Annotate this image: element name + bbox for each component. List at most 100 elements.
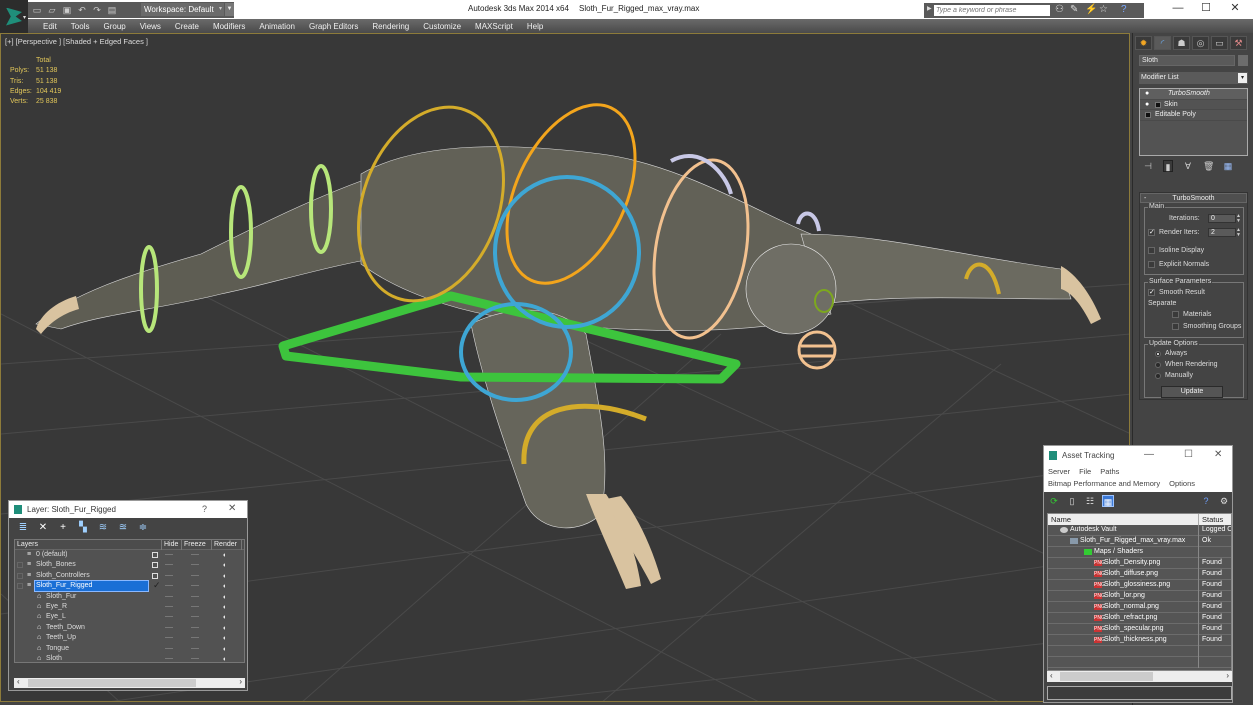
maximize-button[interactable]: ☐ <box>1184 449 1193 460</box>
help-button[interactable]: ? <box>202 504 207 514</box>
layer-row[interactable]: ⌂ Sloth_Fur ◖ <box>15 592 244 602</box>
column-color[interactable]: C <box>241 540 244 550</box>
spinner-arrows-icon[interactable]: ▲ ▼ <box>1236 228 1241 238</box>
add-to-layer-icon[interactable]: + <box>57 522 69 534</box>
freeze-toggle[interactable] <box>191 574 199 576</box>
hide-toggle[interactable] <box>165 585 173 587</box>
freeze-toggle[interactable] <box>191 647 199 649</box>
viewport-label[interactable]: [+] [Perspective ] [Shaded + Edged Faces… <box>5 37 148 46</box>
horizontal-scrollbar[interactable]: ‹ › <box>1047 671 1232 682</box>
menu-server[interactable]: Server <box>1048 467 1070 476</box>
current-layer-checkbox[interactable] <box>152 552 158 558</box>
freeze-toggle[interactable] <box>191 585 199 587</box>
search-input[interactable] <box>934 5 1050 16</box>
hide-toggle[interactable] <box>165 616 173 618</box>
when-rendering-radio[interactable] <box>1155 362 1161 368</box>
expand-icon[interactable]: ▶ <box>927 5 932 12</box>
layer-row[interactable]: ≡ Sloth_Bones ◖ <box>15 560 244 570</box>
menu-modifiers[interactable]: Modifiers <box>206 22 252 31</box>
menu-tools[interactable]: Tools <box>64 22 97 31</box>
layer-row[interactable]: ⌂ Eye_L ◖ <box>15 612 244 622</box>
layer-row[interactable]: ≡ Sloth_Controllers ◖ <box>15 571 244 581</box>
render-iters-checkbox[interactable]: ✓ <box>1148 229 1155 236</box>
smooth-result-checkbox[interactable]: ✓ <box>1148 289 1155 296</box>
asset-row[interactable]: PNG Sloth_refract.png Found <box>1048 613 1231 624</box>
menu-edit[interactable]: Edit <box>36 22 64 31</box>
asset-row[interactable]: PNG Sloth_Density.png Found <box>1048 558 1231 569</box>
freeze-toggle[interactable] <box>191 657 199 659</box>
favorites-star-icon[interactable]: ☆ <box>1099 4 1108 15</box>
horizontal-scrollbar[interactable]: ‹ › <box>14 677 245 688</box>
object-name-field[interactable] <box>1139 55 1235 66</box>
asset-row[interactable]: Maps / Shaders <box>1048 547 1231 558</box>
minimize-button[interactable]: — <box>1144 449 1154 460</box>
scroll-left-icon[interactable]: ‹ <box>17 677 20 686</box>
lightbulb-icon[interactable]: ● <box>1145 89 1149 99</box>
layer-row[interactable]: ⌂ Sloth ◖ <box>15 654 244 662</box>
app-menu-button[interactable]: ▾ <box>0 0 28 33</box>
isoline-display-checkbox[interactable] <box>1148 247 1155 254</box>
redo-icon[interactable]: ↷ <box>92 5 102 15</box>
menu-rendering[interactable]: Rendering <box>365 22 416 31</box>
column-hide[interactable]: Hide <box>161 540 178 550</box>
stack-item-skin[interactable]: ● Skin <box>1140 100 1247 110</box>
hide-toggle[interactable] <box>165 595 173 597</box>
pin-stack-icon[interactable]: ⊣ <box>1143 160 1153 172</box>
column-render[interactable]: Render <box>211 540 237 550</box>
open-file-icon[interactable]: ▱ <box>47 5 57 15</box>
grid-view-icon[interactable]: ▦ <box>1102 495 1114 507</box>
asset-row[interactable]: PNG Sloth_specular.png Found <box>1048 624 1231 635</box>
table-view-icon[interactable]: ☷ <box>1084 495 1096 507</box>
render-iters-spinner[interactable]: 2 ▲ ▼ <box>1208 228 1241 238</box>
menu-file[interactable]: File <box>1079 467 1091 476</box>
asset-row[interactable]: PNG Sloth_lor.png Found <box>1048 591 1231 602</box>
freeze-toggle[interactable] <box>191 554 199 555</box>
create-layer-icon[interactable]: ≣ <box>17 522 29 534</box>
select-objects-icon[interactable]: ▚ <box>77 522 89 534</box>
menu-options[interactable]: Options <box>1169 479 1195 488</box>
manually-radio[interactable] <box>1155 373 1161 379</box>
hide-toggle[interactable] <box>165 657 173 659</box>
close-button[interactable]: ✕ <box>228 503 236 514</box>
current-layer-checkbox[interactable] <box>152 572 158 579</box>
freeze-toggle[interactable] <box>191 637 199 639</box>
wrench-icon[interactable]: ✎ <box>1070 4 1078 15</box>
menu-create[interactable]: Create <box>168 22 206 31</box>
asset-path-field[interactable] <box>1047 686 1232 700</box>
highlight-layer-icon[interactable]: ≋ <box>97 522 109 534</box>
file-icon[interactable]: ▯ <box>1066 495 1078 507</box>
create-tab[interactable]: ✹ <box>1135 36 1152 50</box>
workspace-dropdown[interactable]: Workspace: Default ▾ <box>141 3 224 16</box>
undo-icon[interactable]: ↶ <box>77 5 87 15</box>
column-status[interactable]: Status <box>1198 514 1223 525</box>
scrollbar-thumb[interactable] <box>1060 672 1153 681</box>
freeze-layers-icon[interactable]: ≑ <box>137 522 149 534</box>
expand-toggle-icon[interactable] <box>17 562 23 569</box>
menu-help[interactable]: Help <box>520 22 550 31</box>
scroll-right-icon[interactable]: › <box>1226 671 1229 680</box>
current-layer-checkbox[interactable] <box>152 562 158 569</box>
hide-toggle[interactable] <box>165 564 173 566</box>
asset-row[interactable]: PNG Sloth_diffuse.png Found <box>1048 569 1231 580</box>
hide-toggle[interactable] <box>165 574 173 576</box>
asset-row[interactable]: PNG Sloth_glossiness.png Found <box>1048 580 1231 591</box>
refresh-icon[interactable]: ⟳ <box>1048 495 1060 507</box>
layer-row[interactable]: ≡ 0 (default) ◖ <box>15 550 244 560</box>
asset-row[interactable]: Sloth_Fur_Rigged_max_vray.max Ok <box>1048 536 1231 547</box>
asset-row[interactable]: PNG Sloth_normal.png Found <box>1048 602 1231 613</box>
scroll-left-icon[interactable]: ‹ <box>1050 671 1053 680</box>
hide-toggle[interactable] <box>165 647 173 649</box>
modifier-list-dropdown[interactable]: Modifier List ▾ <box>1139 72 1248 84</box>
layer-row[interactable]: ⌂ Tongue ◖ <box>15 644 244 654</box>
menu-graph-editors[interactable]: Graph Editors <box>302 22 365 31</box>
stack-item-editable-poly[interactable]: Editable Poly <box>1140 110 1247 121</box>
utilities-tab[interactable]: ⚒ <box>1230 36 1247 50</box>
hide-toggle[interactable] <box>165 554 173 555</box>
freeze-toggle[interactable] <box>191 605 199 607</box>
close-button[interactable]: ✕ <box>1214 449 1222 460</box>
quick-access-customize-button[interactable]: ▼ <box>225 3 234 16</box>
asset-row[interactable]: Autodesk Vault Logged O <box>1048 525 1231 536</box>
menu-bitmap-performance[interactable]: Bitmap Performance and Memory <box>1048 479 1160 488</box>
remove-modifier-icon[interactable]: 🗑 <box>1203 160 1214 172</box>
smoothing-groups-checkbox[interactable] <box>1172 323 1179 330</box>
